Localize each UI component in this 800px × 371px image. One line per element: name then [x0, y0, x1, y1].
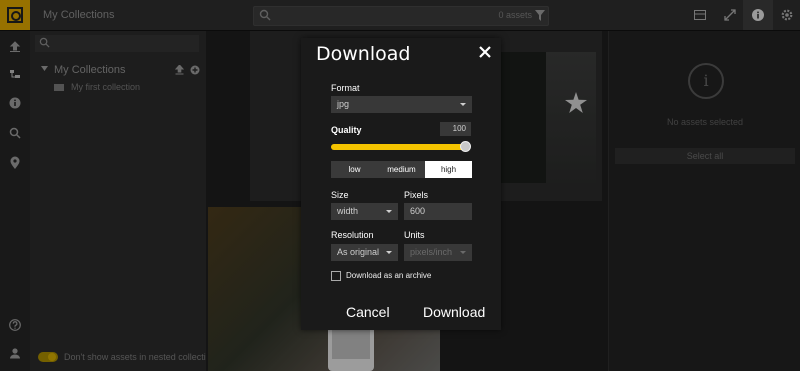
- pixels-input[interactable]: 600: [404, 203, 472, 220]
- cancel-button[interactable]: Cancel: [346, 304, 390, 320]
- slider-knob[interactable]: [460, 141, 471, 152]
- units-value: pixels/inch: [410, 247, 453, 257]
- slider-fill: [331, 144, 465, 150]
- caret-down-icon: [460, 251, 466, 254]
- quality-label: Quality: [331, 125, 362, 135]
- size-select[interactable]: width: [331, 203, 398, 220]
- quality-value-input[interactable]: 100: [440, 122, 471, 136]
- quality-slider[interactable]: [331, 141, 471, 152]
- units-label: Units: [404, 230, 425, 240]
- quality-medium-button[interactable]: medium: [378, 161, 425, 178]
- quality-high-button[interactable]: high: [425, 161, 472, 178]
- size-value: width: [337, 206, 359, 216]
- format-value: jpg: [337, 99, 350, 109]
- resolution-value: As original: [337, 247, 380, 257]
- quality-low-button[interactable]: low: [331, 161, 378, 178]
- caret-down-icon: [460, 103, 466, 106]
- close-icon[interactable]: [476, 43, 494, 61]
- caret-down-icon: [386, 251, 392, 254]
- pixels-label: Pixels: [404, 190, 429, 200]
- archive-checkbox[interactable]: [331, 271, 341, 281]
- format-select[interactable]: jpg: [331, 96, 472, 113]
- size-label: Size: [331, 190, 349, 200]
- download-dialog: Download Format jpg Quality 100 low medi…: [301, 38, 501, 330]
- resolution-select[interactable]: As original: [331, 244, 398, 261]
- resolution-label: Resolution: [331, 230, 374, 240]
- quality-presets: low medium high: [331, 161, 472, 178]
- format-label: Format: [331, 83, 360, 93]
- caret-down-icon: [386, 210, 392, 213]
- download-button[interactable]: Download: [423, 304, 485, 320]
- archive-label: Download as an archive: [346, 271, 432, 280]
- units-select[interactable]: pixels/inch: [404, 244, 472, 261]
- dialog-title: Download: [316, 43, 411, 65]
